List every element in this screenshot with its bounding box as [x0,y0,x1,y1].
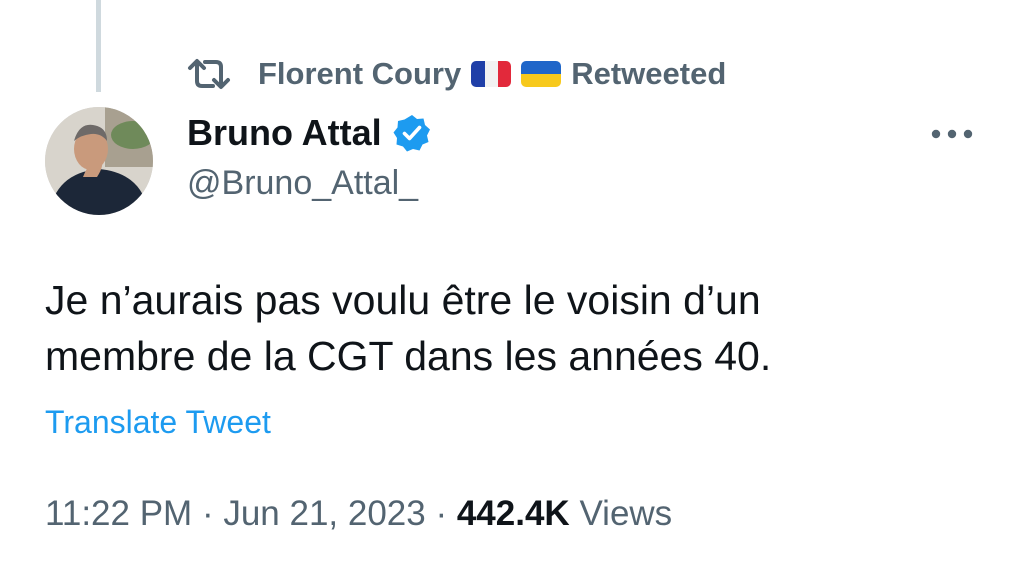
retweet-icon [188,59,230,89]
author-handle[interactable]: @Bruno_Attal_ [187,164,418,203]
retweeter-name[interactable]: Florent Coury [258,56,461,92]
views-count[interactable]: 442.4K [457,494,570,533]
tweet-text-line: Je n’aurais pas voulu être le voisin d’u… [45,277,761,323]
meta-separator: · [192,494,224,533]
tweet-text: Je n’aurais pas voulu être le voisin d’u… [45,272,985,384]
france-flag-icon [471,61,512,87]
views-label[interactable]: Views [579,494,672,533]
author-display-name[interactable]: Bruno Attal [187,112,382,154]
author-avatar[interactable] [45,107,153,215]
retweet-label: Retweeted [571,56,727,91]
retweet-context: Florent Coury Retweeted [186,54,726,94]
tweet-time[interactable]: 11:22 PM [45,494,192,533]
verified-badge-icon [393,115,430,152]
thread-connector-line [96,0,101,92]
tweet-date[interactable]: Jun 21, 2023 [223,494,425,533]
tweet-text-line: membre de la CGT dans les années 40. [45,333,772,379]
author-name-row: Bruno Attal [187,110,432,156]
ukraine-flag-icon [521,61,562,87]
avatar-photo [45,107,153,215]
tweet-metadata: 11:22 PM · Jun 21, 2023 · 442.4K Views [45,494,672,534]
more-options-icon[interactable] [928,120,976,148]
translate-tweet-link[interactable]: Translate Tweet [45,404,271,441]
meta-separator: · [425,494,457,533]
